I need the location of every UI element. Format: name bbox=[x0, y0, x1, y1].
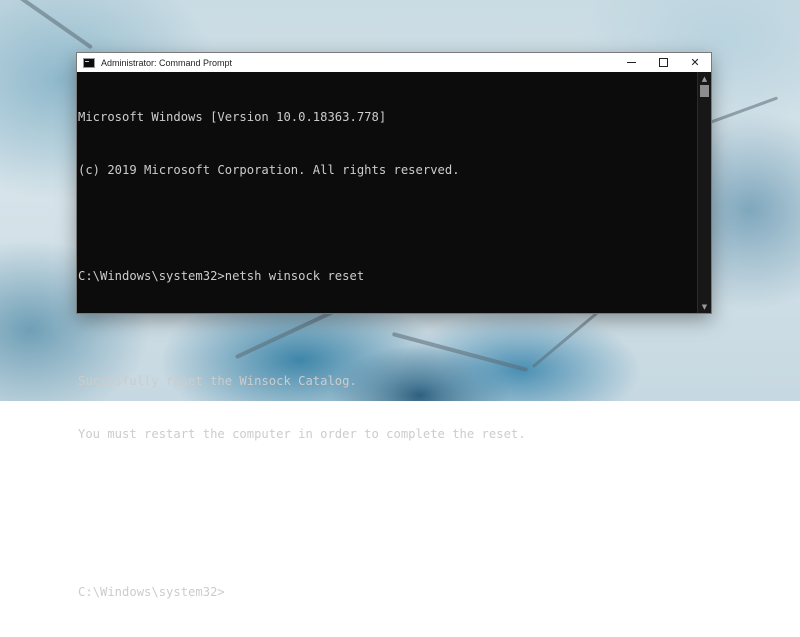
console-line: (c) 2019 Microsoft Corporation. All righ… bbox=[78, 162, 460, 177]
command-prompt-window[interactable]: Administrator: Command Prompt ✕ Microsof… bbox=[76, 52, 712, 599]
console-line: Microsoft Windows [Version 10.0.18363.77… bbox=[78, 110, 387, 125]
window-title: Administrator: Command Prompt bbox=[101, 57, 233, 68]
scroll-thumb[interactable] bbox=[700, 85, 709, 97]
console-output[interactable]: Microsoft Windows [Version 10.0.18363.77… bbox=[77, 72, 697, 599]
console-line: C:\Windows\system32>netsh winsock reset bbox=[78, 268, 365, 283]
scroll-down-arrow-icon[interactable]: ▼ bbox=[698, 300, 711, 313]
close-icon: ✕ bbox=[690, 56, 700, 69]
wallpaper-branch bbox=[701, 96, 779, 127]
maximize-button[interactable] bbox=[647, 53, 679, 72]
title-bar[interactable]: Administrator: Command Prompt ✕ bbox=[77, 53, 711, 72]
vertical-scrollbar[interactable]: ▲ ▼ bbox=[697, 72, 711, 313]
console-line: Sucessfully reset the Winsock Catalog. bbox=[78, 374, 357, 389]
maximize-icon bbox=[658, 58, 668, 67]
scroll-up-arrow-icon[interactable]: ▲ bbox=[698, 72, 711, 85]
wallpaper-branch bbox=[16, 0, 94, 50]
minimize-icon bbox=[626, 62, 636, 63]
command-prompt-line[interactable]: C:\Windows\system32> bbox=[78, 584, 697, 602]
command-prompt-icon[interactable] bbox=[83, 57, 95, 68]
minimize-button[interactable] bbox=[615, 53, 647, 72]
window-controls: ✕ bbox=[615, 53, 711, 72]
close-button[interactable]: ✕ bbox=[679, 53, 711, 72]
console-line: You must restart the computer in order t… bbox=[78, 426, 526, 441]
